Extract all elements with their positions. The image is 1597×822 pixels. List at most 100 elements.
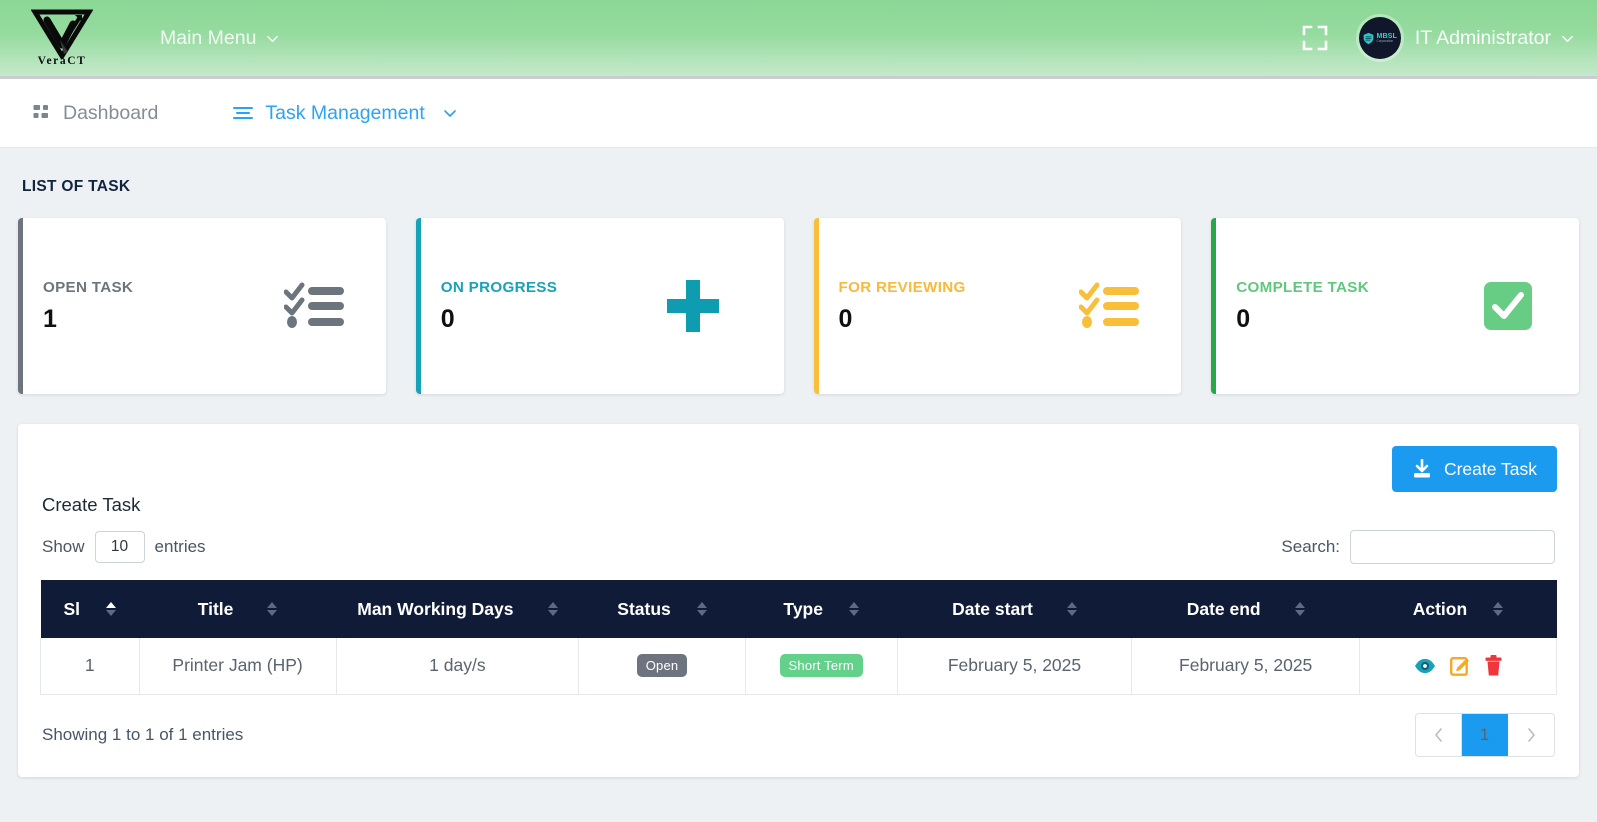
grid-dashboard-icon	[32, 103, 52, 123]
fullscreen-expand-icon	[1302, 25, 1328, 51]
table-header-type-label: Type	[783, 599, 823, 620]
sort-asc-icon	[106, 602, 116, 608]
table-header-status-label: Status	[617, 599, 670, 620]
table-header-date-end[interactable]: Date end	[1132, 580, 1359, 638]
user-menu[interactable]: IT Administrator	[1415, 27, 1575, 50]
table-header-date-end-label: Date end	[1187, 599, 1261, 620]
pagination-prev-button[interactable]	[1416, 714, 1462, 756]
sort-asc-icon	[1295, 602, 1305, 608]
checklist-icon	[1079, 281, 1141, 331]
task-table: Sl Title	[40, 580, 1557, 695]
cell-man-working-days: 1 day/s	[336, 638, 579, 694]
sort-asc-icon	[697, 602, 707, 608]
view-icon	[1414, 657, 1436, 675]
sort-asc-icon	[1067, 602, 1077, 608]
delete-button[interactable]	[1485, 655, 1502, 676]
status-badge: Open	[637, 654, 688, 677]
edit-button[interactable]	[1450, 655, 1471, 676]
cell-sl: 1	[41, 638, 140, 694]
page-body: LIST OF TASK OPEN TASK 1	[0, 148, 1597, 822]
search-group: Search:	[1281, 530, 1555, 564]
show-entries-group: Show entries	[42, 531, 206, 563]
table-header-sl[interactable]: Sl	[41, 580, 140, 638]
check-square-icon	[1483, 281, 1533, 331]
table-header-action[interactable]: Action	[1359, 580, 1556, 638]
nav-item-dashboard-label: Dashboard	[63, 102, 158, 125]
logo-text: VeraCT	[38, 55, 87, 67]
stat-card-open-task[interactable]: OPEN TASK 1	[18, 218, 386, 394]
delete-icon	[1485, 655, 1502, 676]
pagination-next-button[interactable]	[1508, 714, 1554, 756]
nav-item-dashboard[interactable]: Dashboard	[18, 102, 172, 125]
sort-asc-icon	[849, 602, 859, 608]
list-lines-icon	[232, 103, 254, 123]
sort-arrows[interactable]	[1067, 602, 1077, 616]
stat-card-for-reviewing[interactable]: FOR REVIEWING 0	[814, 218, 1182, 394]
veract-triangle-logo	[31, 9, 93, 59]
create-task-button[interactable]: Create Task	[1392, 446, 1557, 492]
table-header-status[interactable]: Status	[579, 580, 746, 638]
entries-per-page-input[interactable]	[95, 531, 145, 563]
sort-desc-icon	[1493, 610, 1503, 616]
stat-card-label: ON PROGRESS	[441, 279, 664, 296]
task-table-panel: Create Task Create Task Show entries Sea…	[18, 424, 1579, 777]
plus-icon	[664, 278, 722, 334]
avatar-logo: MBSL Corporation	[1362, 32, 1397, 45]
task-table-body: 1 Printer Jam (HP) 1 day/s Open Short Te…	[41, 638, 1557, 694]
app-logo[interactable]: VeraCT	[0, 0, 124, 78]
table-header-title[interactable]: Title	[139, 580, 336, 638]
create-task-button-label: Create Task	[1444, 459, 1537, 480]
table-header-row: Sl Title	[41, 580, 1557, 638]
cell-status: Open	[579, 638, 746, 694]
search-label: Search:	[1281, 537, 1340, 557]
table-controls: Show entries Search:	[40, 530, 1557, 564]
table-header-man-working-days[interactable]: Man Working Days	[336, 580, 579, 638]
stat-card-text-group: OPEN TASK 1	[43, 279, 284, 334]
task-table-head: Sl Title	[41, 580, 1557, 638]
stat-card-text-group: COMPLETE TASK 0	[1236, 279, 1483, 334]
main-menu-dropdown[interactable]: Main Menu	[160, 27, 280, 50]
cell-title: Printer Jam (HP)	[139, 638, 336, 694]
header-right-group: MBSL Corporation IT Administrator	[1293, 16, 1597, 60]
secondary-nav-bar: Dashboard Task Management	[0, 79, 1597, 148]
pagination-page-1[interactable]: 1	[1462, 714, 1508, 756]
table-header-date-start[interactable]: Date start	[897, 580, 1132, 638]
chevron-right-icon	[1526, 728, 1537, 742]
stat-card-complete-task[interactable]: COMPLETE TASK 0	[1211, 218, 1579, 394]
avatar-brand-subtext: Corporation	[1376, 40, 1397, 43]
view-button[interactable]	[1414, 657, 1436, 675]
stat-card-value: 0	[441, 305, 664, 334]
nav-item-task-management[interactable]: Task Management	[218, 102, 471, 125]
sort-arrows[interactable]	[849, 602, 859, 616]
cell-type: Short Term	[745, 638, 897, 694]
table-footer: Showing 1 to 1 of 1 entries 1	[40, 695, 1557, 777]
sort-arrows[interactable]	[267, 602, 277, 616]
avatar[interactable]: MBSL Corporation	[1359, 17, 1401, 59]
stat-card-on-progress[interactable]: ON PROGRESS 0	[416, 218, 784, 394]
sort-arrows[interactable]	[106, 602, 116, 616]
chevron-down-icon	[442, 105, 458, 121]
chevron-left-icon	[1433, 728, 1444, 742]
top-header-bar: VeraCT Main Menu MBSL C	[0, 0, 1597, 79]
cell-date-end: February 5, 2025	[1132, 638, 1359, 694]
download-icon	[1412, 459, 1432, 479]
fullscreen-button[interactable]	[1293, 16, 1337, 60]
sort-asc-icon	[1493, 602, 1503, 608]
panel-subtitle: Create Task	[40, 494, 1557, 516]
sort-arrows[interactable]	[697, 602, 707, 616]
sort-arrows[interactable]	[1493, 602, 1503, 616]
table-row[interactable]: 1 Printer Jam (HP) 1 day/s Open Short Te…	[41, 638, 1557, 694]
table-header-sl-label: Sl	[63, 599, 80, 620]
stat-card-text-group: ON PROGRESS 0	[441, 279, 664, 334]
table-header-type[interactable]: Type	[745, 580, 897, 638]
search-input[interactable]	[1350, 530, 1555, 564]
checklist-icon	[284, 281, 346, 331]
sort-asc-icon	[548, 602, 558, 608]
sort-desc-icon	[106, 610, 116, 616]
sort-arrows[interactable]	[1295, 602, 1305, 616]
stat-card-value: 0	[1236, 305, 1483, 334]
showing-entries-text: Showing 1 to 1 of 1 entries	[42, 725, 243, 745]
chevron-down-icon	[265, 31, 280, 46]
stat-card-label: OPEN TASK	[43, 279, 284, 296]
sort-arrows[interactable]	[548, 602, 558, 616]
